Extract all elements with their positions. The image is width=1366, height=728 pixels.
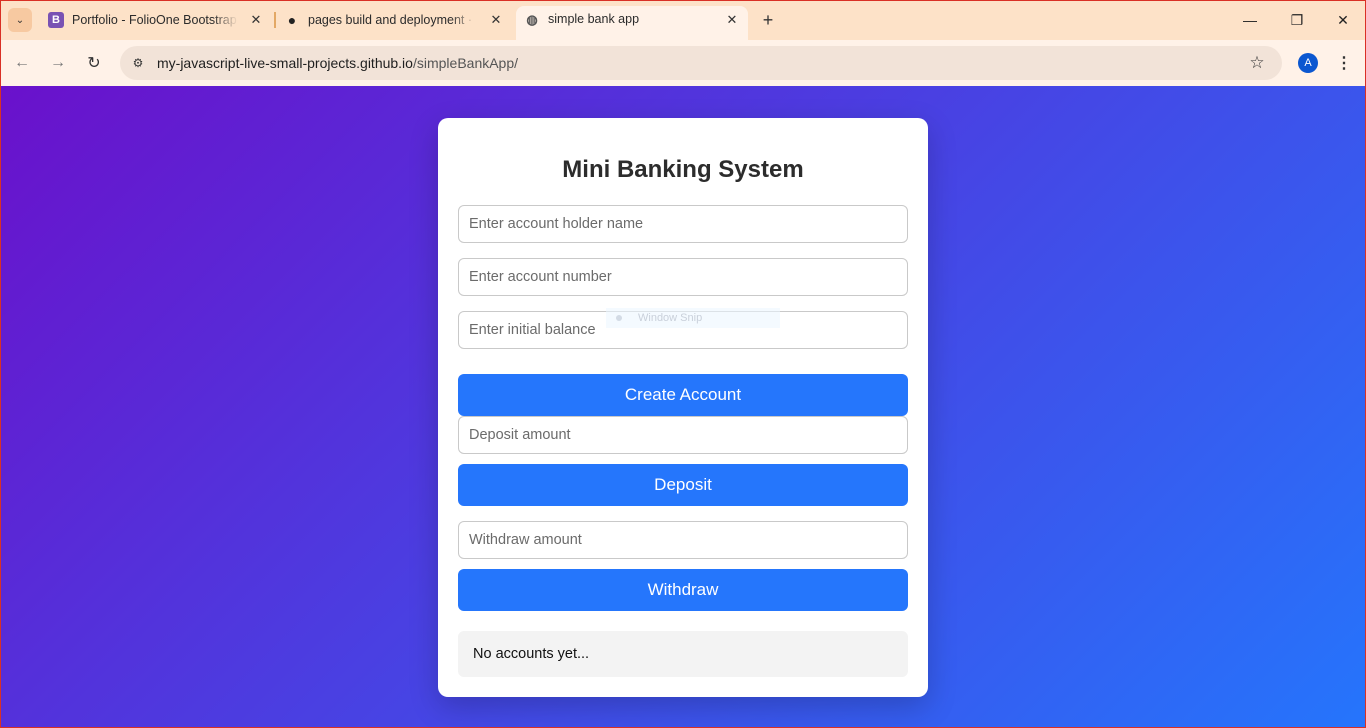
window-snip-overlay: Window Snip — [606, 308, 780, 328]
reload-icon: ↻ — [87, 55, 101, 72]
snip-label: Window Snip — [638, 312, 703, 324]
withdraw-amount-input[interactable] — [458, 521, 908, 559]
bookmark-button[interactable]: ☆ — [1246, 52, 1268, 74]
globe-icon: ◍ — [526, 12, 538, 27]
chevron-down-icon: ⌄ — [15, 14, 25, 26]
forward-button[interactable]: → — [46, 51, 70, 75]
create-account-button[interactable]: Create Account — [458, 374, 908, 416]
bank-card: Mini Banking System Create Account Depos… — [438, 118, 928, 697]
accounts-empty-text: No accounts yet... — [473, 646, 590, 662]
minimize-icon: — — [1243, 12, 1257, 28]
url-text[interactable]: my-javascript-live-small-projects.github… — [157, 55, 518, 71]
github-icon: ● — [287, 12, 297, 28]
tab-title: pages build and deployment · M — [308, 13, 476, 27]
account-number-input[interactable] — [458, 258, 908, 296]
tab-strip: ⌄ B Portfolio - FolioOne Bootstrap T ✕ ●… — [0, 0, 1366, 40]
page-title: Mini Banking System — [562, 156, 804, 183]
plus-icon: + — [762, 9, 774, 30]
accounts-list: No accounts yet... — [458, 631, 908, 677]
profile-avatar[interactable]: A — [1298, 53, 1318, 73]
minimize-button[interactable]: — — [1238, 8, 1262, 32]
browser-toolbar: ← → ↻ ⚙ my-javascript-live-small-project… — [0, 40, 1366, 86]
tab-title: simple bank app — [548, 12, 640, 26]
back-button[interactable]: ← — [10, 51, 34, 75]
restore-button[interactable]: ❐ — [1285, 8, 1309, 32]
close-icon[interactable]: ✕ — [724, 12, 740, 28]
close-icon: ✕ — [1337, 11, 1349, 28]
restore-icon: ❐ — [1290, 11, 1304, 28]
url-path: /simpleBankApp/ — [412, 55, 519, 71]
more-vert-icon: ⋮ — [1336, 55, 1352, 72]
tab-simple-bank-app[interactable]: ◍ simple bank app ✕ — [516, 6, 748, 40]
arrow-left-icon: ← — [14, 54, 30, 71]
window-close-button[interactable]: ✕ — [1331, 8, 1355, 32]
page-viewport: Mini Banking System Create Account Depos… — [0, 86, 1366, 728]
tune-icon: ⚙ — [132, 56, 144, 70]
reload-button[interactable]: ↻ — [82, 51, 106, 75]
arrow-right-icon: → — [50, 54, 66, 71]
browser-menu-button[interactable]: ⋮ — [1334, 52, 1354, 74]
close-icon[interactable]: ✕ — [488, 12, 504, 28]
withdraw-button[interactable]: Withdraw — [458, 569, 908, 611]
snip-icon — [616, 315, 622, 321]
tab-portfolio[interactable]: B Portfolio - FolioOne Bootstrap T ✕ — [40, 6, 272, 34]
deposit-button[interactable]: Deposit — [458, 464, 908, 506]
deposit-amount-input[interactable] — [458, 416, 908, 454]
close-icon[interactable]: ✕ — [248, 12, 264, 28]
site-info-button[interactable]: ⚙ — [126, 51, 150, 75]
tab-search-button[interactable]: ⌄ — [8, 8, 32, 32]
tab-github-pages[interactable]: ● pages build and deployment · M ✕ — [276, 6, 512, 34]
holder-name-input[interactable] — [458, 205, 908, 243]
bootstrap-icon: B — [48, 12, 64, 28]
profile-initial: A — [1304, 57, 1312, 69]
new-tab-button[interactable]: + — [758, 10, 778, 30]
tab-title: Portfolio - FolioOne Bootstrap T — [72, 13, 238, 27]
url-host: my-javascript-live-small-projects.github… — [157, 55, 413, 71]
address-bar[interactable]: ⚙ my-javascript-live-small-projects.gith… — [120, 46, 1282, 80]
star-icon: ☆ — [1249, 53, 1265, 72]
